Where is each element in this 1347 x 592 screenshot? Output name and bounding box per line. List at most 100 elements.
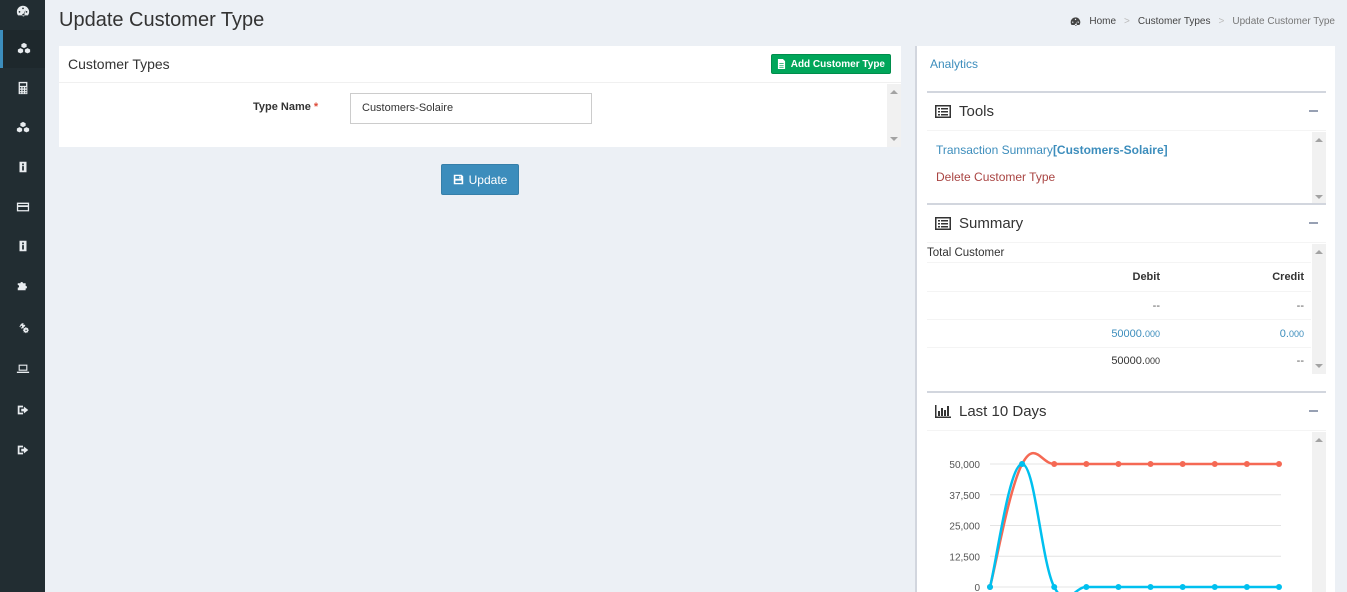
series-line-2 (988, 462, 1279, 592)
credit-value: -- (1296, 355, 1304, 367)
tools-scrollbar[interactable] (1312, 132, 1326, 205)
info-icon[interactable] (0, 227, 45, 265)
required-mark: * (313, 101, 319, 113)
credit-cell: -- (1297, 300, 1304, 312)
cubes-icon[interactable] (0, 109, 45, 147)
update-label: Update (468, 172, 508, 187)
data-point-1[interactable] (1179, 461, 1186, 467)
debit-value: 50000. (1111, 328, 1145, 340)
chart-scrollbar[interactable] (1312, 432, 1326, 592)
debit-cell[interactable]: 50000.000 (1111, 328, 1160, 340)
form-scrollbar[interactable] (887, 84, 901, 147)
laptop-icon[interactable] (0, 350, 45, 388)
transaction-summary-type: [Customers-Solaire] (1052, 143, 1168, 157)
y-tick-label: 37,500 (949, 491, 980, 502)
transaction-summary-text: Transaction Summary (936, 143, 1053, 157)
data-point-1[interactable] (1147, 461, 1154, 467)
sign-out-icon[interactable] (0, 391, 45, 429)
type-name-label: Type Name * (253, 101, 318, 113)
table-row: 50000.000 -- (927, 347, 1311, 375)
credit-value: -- (1296, 300, 1304, 312)
debit-cell: -- (1153, 300, 1160, 312)
summary-box: Summary Total Customer Debit Credit -- -… (927, 203, 1326, 378)
last-10-days-title: Last 10 Days (959, 403, 1047, 420)
y-tick-label: 12,500 (949, 552, 980, 563)
list-alt-icon (935, 105, 951, 118)
save-icon (453, 174, 463, 185)
collapse-tools-icon[interactable] (1309, 110, 1318, 112)
tools-header: Tools (927, 93, 1326, 131)
data-point-2[interactable] (987, 584, 993, 590)
data-point-1[interactable] (1276, 461, 1282, 467)
data-point-2[interactable] (1115, 584, 1122, 590)
info-icon[interactable] (0, 148, 45, 186)
data-point-2[interactable] (1083, 584, 1090, 590)
cogs-icon[interactable] (0, 308, 45, 346)
data-point-1[interactable] (1115, 461, 1122, 467)
debit-cell: 50000.000 (1111, 355, 1160, 367)
calculator-icon[interactable] (0, 69, 45, 107)
debit-header: Debit (1132, 271, 1161, 283)
breadcrumb: Home > Customer Types > Update Customer … (1070, 16, 1335, 27)
data-point-2[interactable] (1179, 584, 1186, 590)
data-point-2[interactable] (1051, 584, 1058, 590)
list-alt-icon (935, 217, 951, 230)
credit-cell[interactable]: 0.000 (1280, 328, 1304, 340)
add-customer-type-button[interactable]: Add Customer Type (770, 54, 891, 74)
delete-customer-type-link[interactable]: Delete Customer Type (936, 170, 1055, 184)
y-tick-label: 0 (974, 583, 980, 592)
dashboard-icon[interactable] (0, 0, 45, 30)
last-10-days-header: Last 10 Days (927, 393, 1326, 431)
y-tick-label: 25,000 (949, 522, 980, 533)
sign-out-icon[interactable] (0, 431, 45, 469)
collapse-summary-icon[interactable] (1309, 222, 1318, 224)
data-point-1[interactable] (1051, 461, 1058, 467)
scroll-up-arrow-icon[interactable] (1315, 138, 1323, 142)
scroll-up-arrow-icon[interactable] (890, 90, 898, 94)
summary-scrollbar[interactable] (1312, 244, 1326, 374)
file-icon (777, 59, 785, 69)
last-10-days-box: Last 10 Days 50,000 37,500 25,000 12,500 0 (927, 391, 1326, 592)
credit-card-icon[interactable] (0, 188, 45, 226)
y-tick-label: 50,000 (949, 460, 980, 471)
data-point-2[interactable] (1211, 584, 1218, 590)
scroll-down-arrow-icon[interactable] (1315, 195, 1323, 199)
scroll-up-arrow-icon[interactable] (1315, 250, 1323, 254)
page-title: Update Customer Type (59, 9, 265, 31)
cubes-icon[interactable] (0, 30, 45, 68)
data-point-1[interactable] (1083, 461, 1090, 467)
breadcrumb-current: Update Customer Type (1232, 16, 1335, 27)
summary-header: Summary (927, 205, 1326, 243)
scroll-down-arrow-icon[interactable] (1315, 364, 1323, 368)
breadcrumb-home[interactable]: Home (1089, 16, 1116, 27)
debit-decimals: 000 (1144, 329, 1160, 339)
customer-types-box: Customer Types Add Customer Type Type Na… (59, 46, 901, 147)
collapse-chart-icon[interactable] (1309, 410, 1318, 412)
data-point-2[interactable] (1147, 584, 1154, 590)
series-line-1 (988, 451, 1279, 588)
scroll-up-arrow-icon[interactable] (1315, 438, 1323, 442)
type-name-label-text: Type Name (253, 101, 311, 113)
debit-value: -- (1152, 300, 1160, 312)
scroll-down-arrow-icon[interactable] (890, 137, 898, 141)
credit-header: Credit (1272, 271, 1304, 283)
table-row: 50000.000 0.000 (927, 319, 1311, 347)
data-point-1[interactable] (1211, 461, 1218, 467)
tools-box: Tools Transaction Summary[Customers-Sola… (927, 91, 1326, 205)
puzzle-icon[interactable] (0, 266, 45, 304)
debit-value: 50000. (1111, 355, 1145, 367)
data-point-1[interactable] (1243, 461, 1250, 467)
analytics-link[interactable]: Analytics (930, 57, 978, 71)
data-point-2[interactable] (1019, 461, 1026, 467)
update-button[interactable]: Update (441, 164, 519, 195)
summary-title: Summary (959, 215, 1024, 232)
debit-decimals: 000 (1144, 356, 1160, 366)
transaction-summary-link[interactable]: Transaction Summary[Customers-Solaire] (936, 143, 1168, 157)
sidebar (0, 0, 45, 592)
data-point-2[interactable] (1276, 584, 1282, 590)
type-name-input[interactable]: Customers-Solaire (350, 93, 592, 124)
line-chart: 50,000 37,500 25,000 12,500 0 (949, 451, 1282, 592)
data-point-2[interactable] (1243, 584, 1250, 590)
breadcrumb-separator: > (1218, 16, 1225, 27)
breadcrumb-parent[interactable]: Customer Types (1138, 16, 1211, 27)
